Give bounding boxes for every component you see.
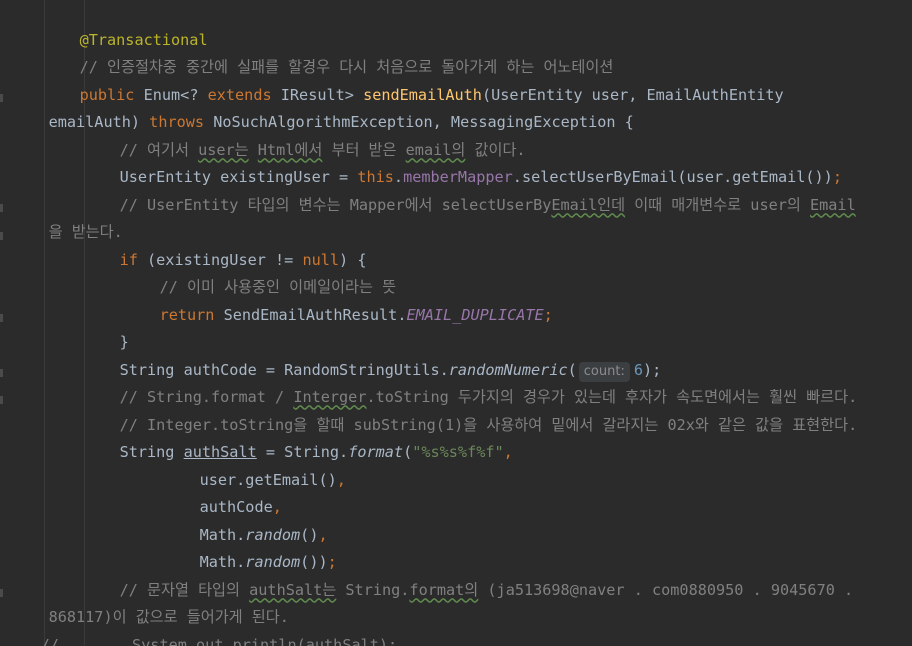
code-line[interactable]: UserEntity existingUser = this.memberMap… bbox=[0, 136, 912, 186]
comment-slashes: // bbox=[40, 635, 59, 646]
code-line[interactable]: Math.random(), bbox=[0, 494, 912, 544]
code-line[interactable]: // UserEntity 타입의 변수는 Mapper에서 selectUse… bbox=[0, 164, 912, 214]
code-line[interactable]: // 인증절차중 중간에 실패를 할경우 다시 처음으로 돌아가게 하는 어노테… bbox=[0, 26, 912, 76]
code-line[interactable]: // System.out.println(authSalt); bbox=[0, 604, 912, 646]
code-line[interactable]: } bbox=[0, 301, 912, 351]
code-line[interactable]: // Integer.toString을 할때 subString(1)을 사용… bbox=[0, 384, 912, 434]
code-line[interactable]: Math.random()); bbox=[0, 521, 912, 571]
code-line[interactable]: authCode, bbox=[0, 466, 912, 516]
code-line[interactable]: // 이미 사용중인 이메일이라는 뜻 bbox=[0, 246, 912, 296]
code-line[interactable]: String authSalt = String.format("%s%s%f%… bbox=[0, 411, 912, 461]
code-line[interactable]: 868117)이 값으로 들어가게 된다. bbox=[0, 576, 912, 626]
code-line[interactable]: // 여기서 user는 Html에서 부터 받은 email의 값이다. bbox=[0, 109, 912, 159]
code-line[interactable]: 을 받는다. bbox=[0, 191, 912, 241]
code-line[interactable]: return SendEmailAuthResult.EMAIL_DUPLICA… bbox=[0, 274, 912, 324]
code-editor[interactable]: @Transactional // 인증절차중 중간에 실패를 할경우 다시 처… bbox=[0, 0, 912, 646]
comment: System.out.println(authSalt); bbox=[58, 635, 398, 646]
code-line[interactable]: user.getEmail(), bbox=[0, 439, 912, 489]
code-line[interactable]: @Transactional bbox=[0, 0, 912, 49]
code-line[interactable]: emailAuth) throws NoSuchAlgorithmExcepti… bbox=[0, 81, 912, 131]
code-line[interactable]: String authCode = RandomStringUtils.rand… bbox=[0, 329, 912, 382]
code-line[interactable]: // 문자열 타입의 authSalt는 String.format의 (ja5… bbox=[0, 549, 912, 599]
code-line[interactable]: if (existingUser != null) { bbox=[0, 219, 912, 269]
code-line[interactable]: public Enum<? extends IResult> sendEmail… bbox=[0, 54, 912, 104]
code-line[interactable]: // String.format / Interger.toString 두가지… bbox=[0, 356, 912, 406]
